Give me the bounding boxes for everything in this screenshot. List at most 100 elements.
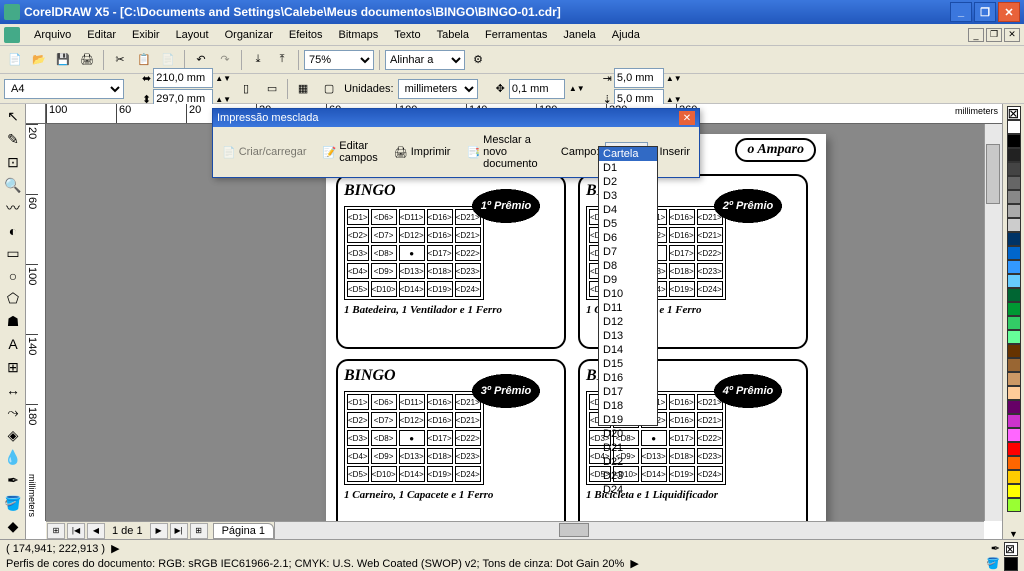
no-color-swatch[interactable]: ⊠ bbox=[1007, 106, 1021, 120]
dropdown-option[interactable]: D4 bbox=[599, 203, 657, 217]
save-button[interactable]: 💾 bbox=[52, 49, 74, 71]
color-swatch[interactable] bbox=[1007, 428, 1021, 442]
color-swatch[interactable] bbox=[1007, 498, 1021, 512]
pick-tool[interactable]: ↖ bbox=[2, 106, 24, 128]
page-size-select[interactable]: A4 bbox=[4, 79, 124, 99]
color-swatch[interactable] bbox=[1007, 162, 1021, 176]
fill-color-swatch[interactable] bbox=[1004, 557, 1018, 571]
color-swatch[interactable] bbox=[1007, 176, 1021, 190]
insert-field-button[interactable]: Inserir bbox=[654, 143, 695, 161]
menu-bitmaps[interactable]: Bitmaps bbox=[331, 27, 387, 43]
color-swatch[interactable] bbox=[1007, 456, 1021, 470]
dropdown-option[interactable]: D16 bbox=[599, 371, 657, 385]
scrollbar-horizontal[interactable]: ⊞ |◀ ◀ 1 de 1 ▶ ▶| ⊞ Página 1 bbox=[46, 521, 984, 539]
rectangle-tool[interactable]: ▭ bbox=[2, 243, 24, 265]
color-swatch[interactable] bbox=[1007, 302, 1021, 316]
dropdown-option[interactable]: D22 bbox=[599, 455, 657, 469]
dropdown-option[interactable]: D10 bbox=[599, 287, 657, 301]
outline-color-swatch[interactable]: ⊠ bbox=[1004, 542, 1018, 556]
dropdown-option[interactable]: D2 bbox=[599, 175, 657, 189]
print-button[interactable]: 🖨 bbox=[76, 49, 98, 71]
paste-button[interactable]: 📄 bbox=[157, 49, 179, 71]
fill-tool[interactable]: 🪣 bbox=[2, 493, 24, 515]
dropdown-option[interactable]: D15 bbox=[599, 357, 657, 371]
portrait-button[interactable]: ▯ bbox=[235, 78, 257, 100]
dropdown-option[interactable]: D17 bbox=[599, 385, 657, 399]
color-swatch[interactable] bbox=[1007, 400, 1021, 414]
menu-arquivo[interactable]: Arquivo bbox=[26, 27, 79, 43]
color-swatch[interactable] bbox=[1007, 274, 1021, 288]
field-dropdown-list[interactable]: CartelaD1D2D3D4D5D6D7D8D9D10D11D12D13D14… bbox=[598, 146, 658, 426]
menu-layout[interactable]: Layout bbox=[168, 27, 217, 43]
dropdown-option[interactable]: D1 bbox=[599, 161, 657, 175]
app-menu-icon[interactable] bbox=[4, 27, 20, 43]
coord-expand-icon[interactable]: ▶ bbox=[111, 542, 119, 555]
prev-page-button[interactable]: ◀ bbox=[87, 523, 105, 539]
dropdown-option[interactable]: D13 bbox=[599, 329, 657, 343]
import-button[interactable]: ⤓ bbox=[247, 49, 269, 71]
color-swatch[interactable] bbox=[1007, 260, 1021, 274]
next-page-button[interactable]: ▶ bbox=[150, 523, 168, 539]
dialog-close-button[interactable]: ✕ bbox=[679, 111, 695, 125]
color-swatch[interactable] bbox=[1007, 470, 1021, 484]
dropdown-option[interactable]: D12 bbox=[599, 315, 657, 329]
dropdown-option[interactable]: D3 bbox=[599, 189, 657, 203]
menu-efeitos[interactable]: Efeitos bbox=[281, 27, 331, 43]
dropdown-option[interactable]: D20 bbox=[599, 427, 657, 441]
color-swatch[interactable] bbox=[1007, 484, 1021, 498]
color-swatch[interactable] bbox=[1007, 204, 1021, 218]
color-swatch[interactable] bbox=[1007, 358, 1021, 372]
current-page-button[interactable]: ▢ bbox=[318, 78, 340, 100]
color-swatch[interactable] bbox=[1007, 120, 1021, 134]
outline-tool[interactable]: ✒ bbox=[2, 470, 24, 492]
color-swatch[interactable] bbox=[1007, 148, 1021, 162]
all-pages-button[interactable]: ▦ bbox=[292, 78, 314, 100]
color-swatch[interactable] bbox=[1007, 232, 1021, 246]
new-button[interactable]: 📄 bbox=[4, 49, 26, 71]
dimension-tool[interactable]: ↔ bbox=[2, 379, 24, 401]
menu-texto[interactable]: Texto bbox=[386, 27, 428, 43]
dropdown-option[interactable]: D24 bbox=[599, 483, 657, 497]
connector-tool[interactable]: ⤳ bbox=[2, 402, 24, 424]
dropdown-option[interactable]: D18 bbox=[599, 399, 657, 413]
color-swatch[interactable] bbox=[1007, 288, 1021, 302]
ruler-origin[interactable] bbox=[26, 104, 46, 124]
add-page-after-button[interactable]: ⊞ bbox=[190, 523, 208, 539]
eyedropper-tool[interactable]: 💧 bbox=[2, 447, 24, 469]
dropdown-option[interactable]: D6 bbox=[599, 231, 657, 245]
page-tab-1[interactable]: Página 1 bbox=[213, 523, 274, 539]
scrollbar-vertical[interactable] bbox=[984, 124, 1002, 521]
blend-tool[interactable]: ◈ bbox=[2, 424, 24, 446]
crop-tool[interactable]: ⊡ bbox=[2, 151, 24, 173]
color-swatch[interactable] bbox=[1007, 246, 1021, 260]
dialog-titlebar[interactable]: Impressão mesclada ✕ bbox=[213, 109, 699, 127]
color-swatch[interactable] bbox=[1007, 134, 1021, 148]
smart-fill-tool[interactable]: ◐ bbox=[2, 220, 24, 242]
menu-janela[interactable]: Janela bbox=[555, 27, 603, 43]
dropdown-option[interactable]: D5 bbox=[599, 217, 657, 231]
color-swatch[interactable] bbox=[1007, 386, 1021, 400]
print-merge-button[interactable]: 🖨 Imprimir bbox=[389, 143, 456, 162]
snap-select[interactable]: Alinhar a bbox=[385, 50, 465, 70]
options-button[interactable]: ⚙ bbox=[467, 49, 489, 71]
polygon-tool[interactable]: ⬠ bbox=[2, 288, 24, 310]
mdi-restore-button[interactable]: ❐ bbox=[986, 28, 1002, 42]
ruler-vertical[interactable]: 2060100140180millimeters bbox=[26, 124, 46, 521]
first-page-button[interactable]: |◀ bbox=[67, 523, 85, 539]
maximize-button[interactable]: ❐ bbox=[974, 2, 996, 22]
dropdown-option[interactable]: Cartela bbox=[599, 147, 657, 161]
profile-expand-icon[interactable]: ▶ bbox=[630, 557, 638, 570]
color-swatch[interactable] bbox=[1007, 218, 1021, 232]
text-tool[interactable]: A bbox=[2, 333, 24, 355]
dropdown-option[interactable]: D21 bbox=[599, 441, 657, 455]
palette-scroll-down[interactable]: ▼ bbox=[1009, 529, 1018, 539]
zoom-tool[interactable]: 🔍 bbox=[2, 174, 24, 196]
mdi-close-button[interactable]: ✕ bbox=[1004, 28, 1020, 42]
zoom-select[interactable]: 75% bbox=[304, 50, 374, 70]
add-page-button[interactable]: ⊞ bbox=[47, 523, 65, 539]
open-button[interactable]: 📂 bbox=[28, 49, 50, 71]
basic-shapes-tool[interactable]: ☗ bbox=[2, 311, 24, 333]
cut-button[interactable]: ✂ bbox=[109, 49, 131, 71]
dropdown-option[interactable]: D23 bbox=[599, 469, 657, 483]
minimize-button[interactable]: _ bbox=[950, 2, 972, 22]
